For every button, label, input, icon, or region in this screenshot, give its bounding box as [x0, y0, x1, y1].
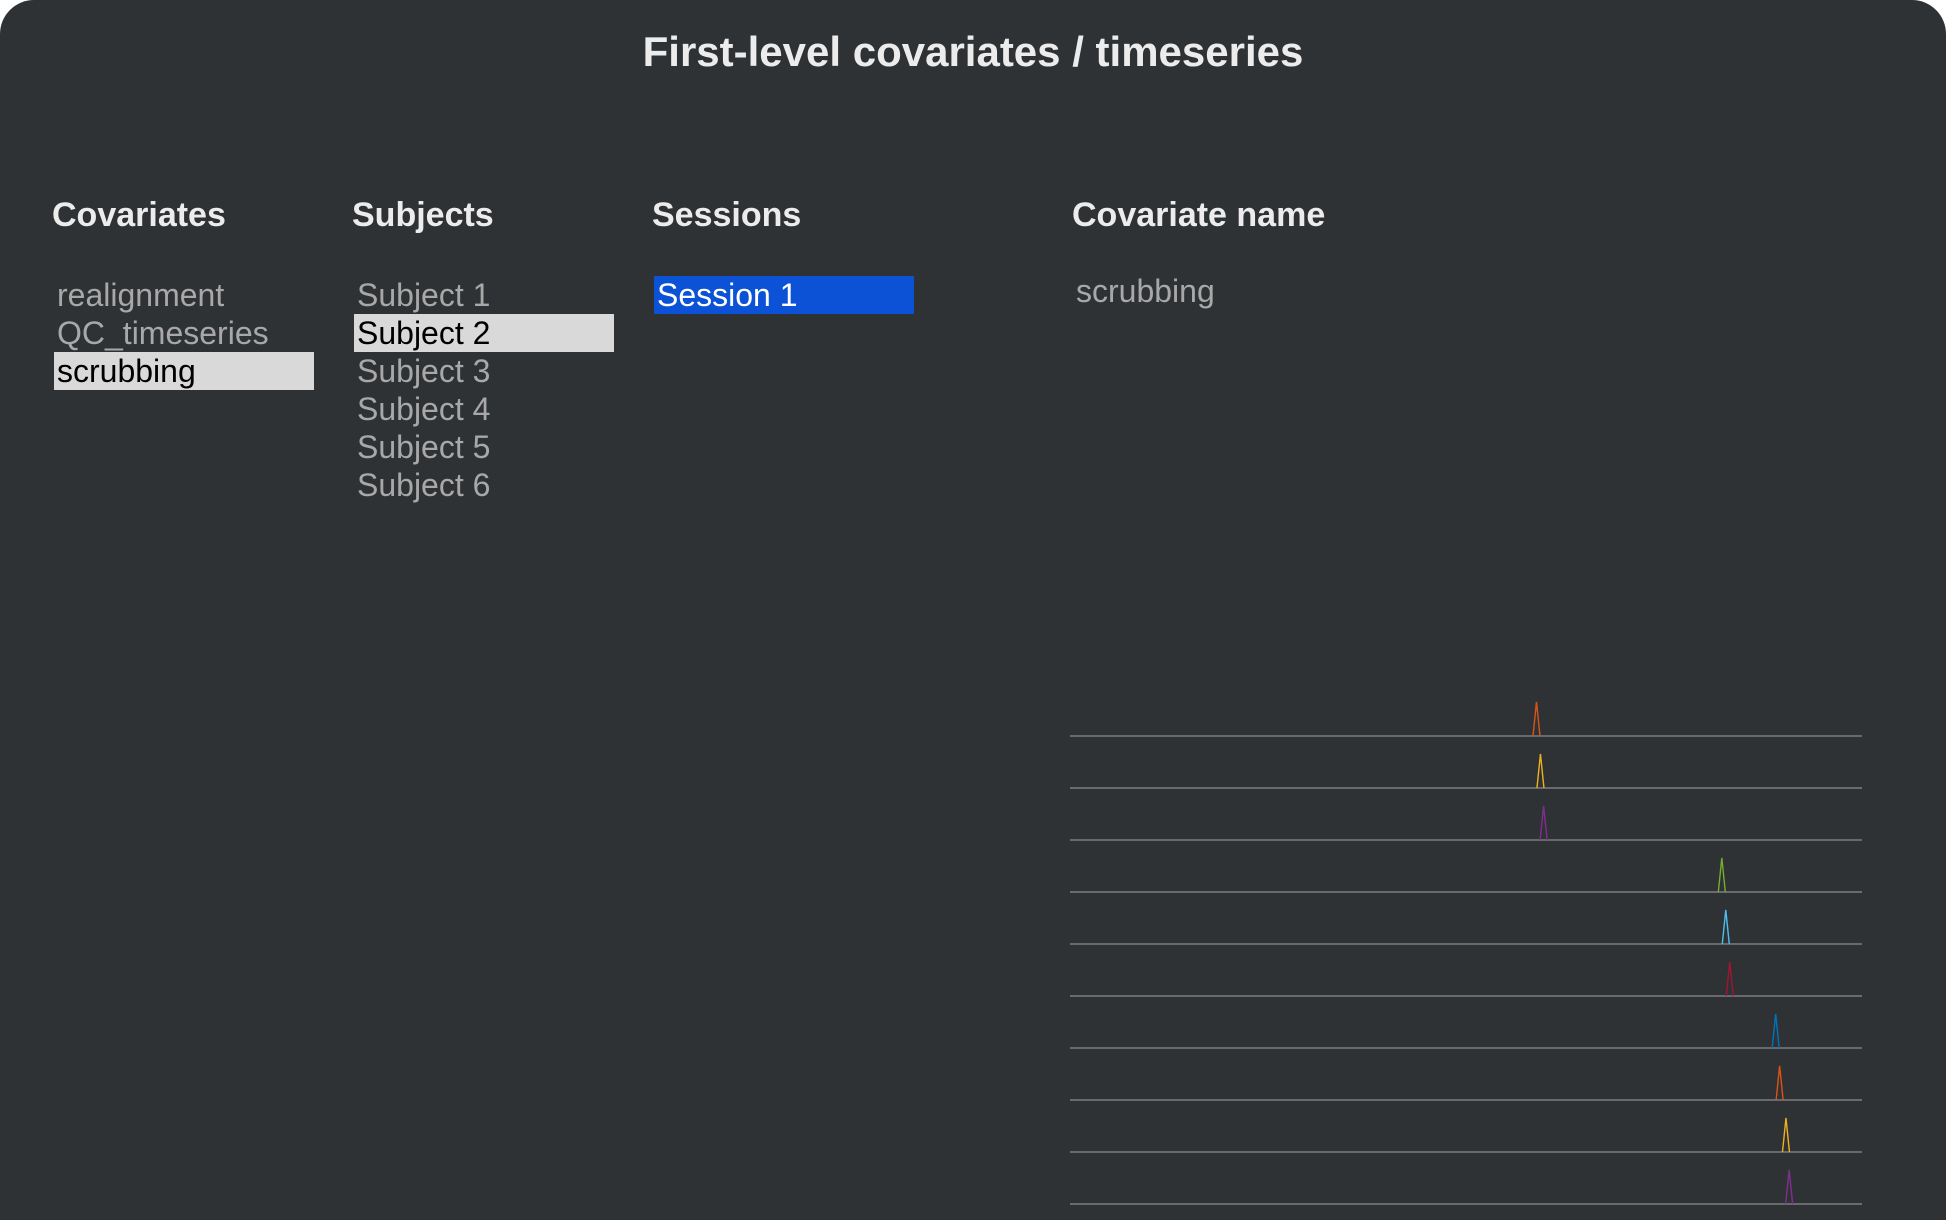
sessions-heading: Sessions	[652, 196, 802, 234]
window-title: First-level covariates / timeseries	[642, 28, 1304, 75]
series-spike	[1539, 805, 1548, 841]
covariate-list-item[interactable]: realignment	[54, 276, 314, 314]
subject-list-item[interactable]: Subject 5	[354, 428, 614, 466]
main-window: First-level covariates / timeseries Cova…	[0, 0, 1946, 1220]
covariate-timeseries-plot	[1070, 701, 1862, 1205]
sessions-list[interactable]: Session 1	[654, 276, 914, 314]
series-spike	[1771, 1013, 1780, 1049]
covariate-name-input[interactable]	[1073, 268, 1478, 314]
covariate-list-item[interactable]: scrubbing	[54, 352, 314, 390]
series-spike	[1781, 1117, 1791, 1153]
covariate-name-heading: Covariate name	[1072, 196, 1326, 234]
series-spike	[1536, 753, 1545, 789]
subjects-heading: Subjects	[352, 196, 494, 234]
covariate-list-item[interactable]: QC_timeseries	[54, 314, 314, 352]
series-spike	[1721, 909, 1730, 945]
series-spike	[1784, 1169, 1794, 1205]
subject-list-item[interactable]: Subject 4	[354, 390, 614, 428]
session-list-item[interactable]: Session 1	[654, 276, 914, 314]
series-spike	[1532, 701, 1541, 737]
subject-list-item[interactable]: Subject 3	[354, 352, 614, 390]
subject-list-item[interactable]: Subject 1	[354, 276, 614, 314]
subject-list-item[interactable]: Subject 2	[354, 314, 614, 352]
series-spike	[1725, 961, 1734, 997]
series-spike	[1717, 857, 1727, 893]
covariates-heading: Covariates	[52, 196, 226, 234]
series-spike	[1775, 1065, 1784, 1101]
subjects-list[interactable]: Subject 1 Subject 2 Subject 3 Subject 4 Subj…	[354, 276, 614, 504]
subject-list-item[interactable]: Subject 6	[354, 466, 614, 504]
covariates-list[interactable]: realignment QC_timeseries scrubbing	[54, 276, 314, 390]
